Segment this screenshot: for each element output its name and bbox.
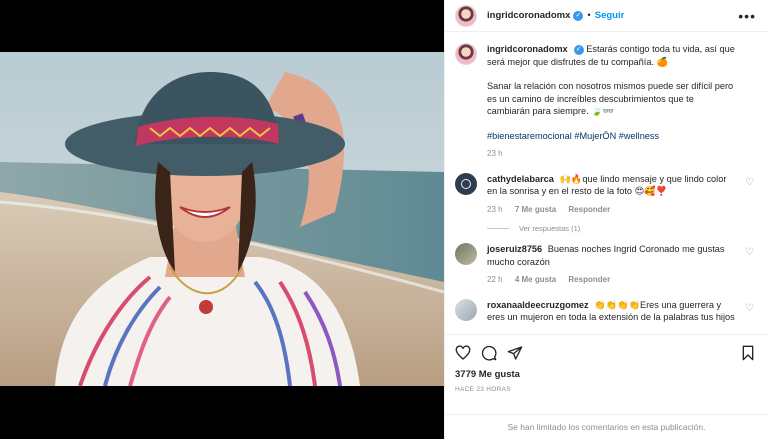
share-paper-plane-icon[interactable] xyxy=(507,345,523,361)
comment-meta: 22 h 4 Me gusta Responder xyxy=(487,274,739,287)
comment-username[interactable]: cathydelabarca xyxy=(487,174,554,184)
post-actions: 3779 Me gusta HACE 23 HORAS xyxy=(445,334,768,393)
comment-likes[interactable]: 7 Me gusta xyxy=(515,205,556,214)
comment-body: cathydelabarca 🙌🔥que lindo mensaje y que… xyxy=(487,173,739,217)
view-replies[interactable]: Ver respuestas (1) xyxy=(487,224,756,233)
like-comment-heart-icon[interactable]: ♡ xyxy=(745,247,754,258)
view-replies-label[interactable]: Ver respuestas (1) xyxy=(519,224,580,233)
commenter-avatar[interactable] xyxy=(455,172,477,195)
post-header: ingridcoronadomx ✓ • Seguir ••• xyxy=(445,0,768,32)
post-side-panel: ingridcoronadomx ✓ • Seguir ••• ingridco… xyxy=(444,0,768,439)
comment-username[interactable]: roxanaaldeecruzgomez xyxy=(487,300,589,310)
comment-meta: 23 h 7 Me gusta Responder xyxy=(487,204,739,217)
comment-body: roxanaaldeecruzgomez 👏👏👏👏Eres una guerre… xyxy=(487,299,739,324)
photo-illustration xyxy=(0,52,444,386)
comment-time[interactable]: 23 h xyxy=(487,205,503,214)
commenter-avatar[interactable] xyxy=(455,243,477,265)
media-area xyxy=(0,0,444,439)
caption-time[interactable]: 23 h xyxy=(487,149,503,158)
replies-line xyxy=(487,228,509,229)
caption-meta: 23 h xyxy=(487,148,739,161)
comment-item: roxanaaldeecruzgomez 👏👏👏👏Eres una guerre… xyxy=(455,298,756,324)
comment-likes[interactable]: 4 Me gusta xyxy=(515,275,556,284)
caption-body: ingridcoronadomx ✓ Estarás contigo toda t… xyxy=(487,43,739,161)
comment-item: cathydelabarca 🙌🔥que lindo mensaje y que… xyxy=(455,172,756,217)
save-bookmark-icon[interactable] xyxy=(740,345,756,361)
reply-button[interactable]: Responder xyxy=(568,275,610,284)
comments-list: ingridcoronadomx ✓ Estarás contigo toda t… xyxy=(445,33,768,333)
post-photo[interactable] xyxy=(0,52,444,386)
comment-time[interactable]: 22 h xyxy=(487,275,503,284)
caption-username[interactable]: ingridcoronadomx xyxy=(487,44,568,54)
like-comment-heart-icon[interactable]: ♡ xyxy=(745,177,754,188)
comment-item: joseruiz8756 Buenas noches Ingrid Corona… xyxy=(455,243,756,287)
verified-badge-icon: ✓ xyxy=(573,10,584,21)
verified-badge-icon: ✓ xyxy=(573,44,584,55)
comment-body: joseruiz8756 Buenas noches Ingrid Corona… xyxy=(487,243,739,287)
reply-button[interactable]: Responder xyxy=(568,205,610,214)
caption: ingridcoronadomx ✓ Estarás contigo toda t… xyxy=(455,43,756,161)
author-avatar-small[interactable] xyxy=(455,43,477,65)
action-icons xyxy=(455,343,756,363)
separator-dot: • xyxy=(587,10,591,21)
instagram-post-view: ingridcoronadomx ✓ • Seguir ••• ingridco… xyxy=(0,0,768,439)
more-options-icon[interactable]: ••• xyxy=(738,8,756,24)
like-heart-icon[interactable] xyxy=(455,345,471,361)
author-username[interactable]: ingridcoronadomx xyxy=(487,10,570,21)
post-like-count[interactable]: 3779 Me gusta xyxy=(455,369,756,380)
like-comment-heart-icon[interactable]: ♡ xyxy=(745,303,754,314)
caption-text-2: Sanar la relación con nosotros mismos pu… xyxy=(487,81,734,116)
comment-username[interactable]: joseruiz8756 xyxy=(487,244,542,254)
caption-hashtags[interactable]: #bienestaremocional #MujerÖN #wellness xyxy=(487,130,739,143)
author-avatar[interactable] xyxy=(455,4,477,27)
comments-limited-notice: Se han limitado los comentarios en esta … xyxy=(445,414,768,439)
comment-bubble-icon[interactable] xyxy=(481,345,497,361)
post-timestamp[interactable]: HACE 23 HORAS xyxy=(455,386,756,393)
commenter-avatar[interactable] xyxy=(455,298,477,321)
follow-button[interactable]: Seguir xyxy=(595,10,625,21)
